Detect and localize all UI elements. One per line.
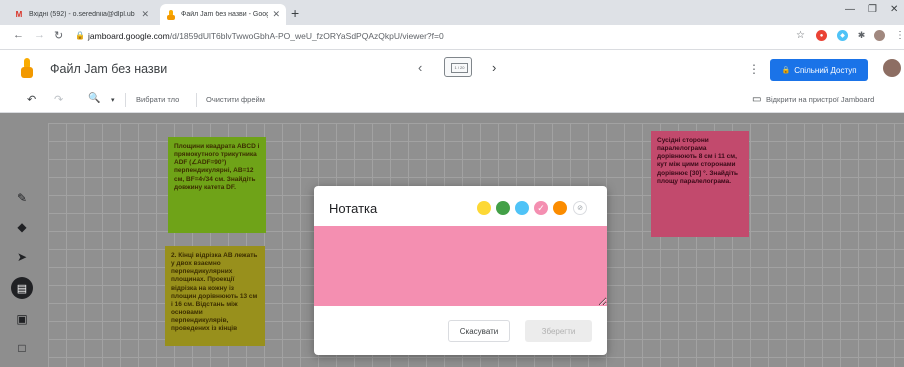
profile-avatar-icon[interactable] xyxy=(874,30,885,41)
jamboard-logo-icon xyxy=(21,58,33,78)
user-avatar[interactable] xyxy=(883,59,901,77)
lock-icon: 🔒 xyxy=(75,31,85,40)
sticky-note[interactable]: Площини квадрата ABCD і прямокутного три… xyxy=(168,137,266,233)
jamboard-icon xyxy=(166,9,176,20)
sticky-note-icon[interactable]: ▤ xyxy=(11,277,33,299)
tab-title: Вхідні (592) - o.seredniia@dlpl.ub xyxy=(29,11,135,18)
set-background-button[interactable]: Вибрати тло xyxy=(136,95,179,104)
shape-icon[interactable]: □ xyxy=(13,339,31,357)
extensions-puzzle-icon[interactable]: ✱ xyxy=(856,30,867,41)
cancel-button[interactable]: Скасувати xyxy=(448,320,510,342)
bookmark-star-icon[interactable]: ☆ xyxy=(796,30,805,41)
app-header: Файл Jam без назви ‹ 1 / 20 › ⋮ 🔒 Спільни… xyxy=(0,50,904,88)
no-color-icon[interactable]: ⊘ xyxy=(573,201,587,215)
zoom-icon[interactable]: 🔍 xyxy=(88,93,100,104)
tab-gmail[interactable]: M Вхідні (592) - o.seredniia@dlpl.ub ✕ xyxy=(8,4,155,25)
reload-icon[interactable]: ↻ xyxy=(54,29,63,42)
address-bar[interactable]: jamboard.google.com/d/1859dUlT6blvTwwoGb… xyxy=(88,31,444,41)
back-icon[interactable]: ← xyxy=(13,29,24,41)
zoom-dropdown-icon[interactable]: ▾ xyxy=(111,96,115,104)
share-button[interactable]: 🔒 Спільний Доступ xyxy=(770,59,868,81)
color-swatch-pink[interactable]: ✓ xyxy=(534,201,548,215)
redo-icon[interactable]: ↷ xyxy=(54,93,63,106)
image-icon[interactable]: ▣ xyxy=(13,310,31,328)
gmail-icon: M xyxy=(15,10,23,19)
toolbar-divider xyxy=(196,93,197,107)
note-text-input[interactable] xyxy=(314,226,607,306)
clear-frame-button[interactable]: Очистити фрейм xyxy=(206,95,265,104)
dialog-title: Нотатка xyxy=(329,201,378,216)
lock-icon: 🔒 xyxy=(781,67,791,74)
browser-nav-bar: ← → ↻ 🔒 jamboard.google.com/d/1859dUlT6b… xyxy=(0,25,904,50)
check-icon: ✓ xyxy=(537,202,545,213)
new-tab-button[interactable]: + xyxy=(291,5,299,21)
next-frame-icon[interactable]: › xyxy=(492,60,496,75)
url-host: jamboard.google.com xyxy=(88,31,170,41)
eraser-icon[interactable]: ◆ xyxy=(13,218,31,236)
toolbar-divider xyxy=(125,93,126,107)
frame-selector[interactable]: 1 / 20 xyxy=(444,57,472,77)
close-tab-icon[interactable]: ✕ xyxy=(141,9,149,20)
sticky-note[interactable]: Сусідні сторони паралелограма дорівнюють… xyxy=(651,131,749,237)
color-swatch-green[interactable] xyxy=(496,201,510,215)
pen-icon[interactable]: ✎ xyxy=(13,189,31,207)
frame-indicator: 1 / 20 xyxy=(451,63,468,73)
browser-tab-strip: M Вхідні (592) - o.seredniia@dlpl.ub ✕ Ф… xyxy=(0,0,904,25)
select-arrow-icon[interactable]: ➤ xyxy=(13,248,31,266)
tab-jamboard[interactable]: Файл Jam без назви - Google Ja ✕ xyxy=(160,4,286,25)
forward-icon[interactable]: → xyxy=(34,29,45,41)
more-options-icon[interactable]: ⋮ xyxy=(748,62,760,76)
note-dialog: Нотатка ✓ ⊘ Скасувати Зберегти xyxy=(314,186,607,355)
save-button[interactable]: Зберегти xyxy=(525,320,592,342)
undo-icon[interactable]: ↶ xyxy=(27,93,36,106)
document-title[interactable]: Файл Jam без назви xyxy=(50,62,167,76)
color-swatch-blue[interactable] xyxy=(515,201,529,215)
browser-menu-icon[interactable]: ⋮ xyxy=(895,30,904,41)
previous-frame-icon[interactable]: ‹ xyxy=(418,60,422,75)
cast-device-icon: ▭ xyxy=(752,94,762,105)
minimize-icon[interactable]: — xyxy=(845,4,855,15)
side-toolbar: ✎ ◆ ➤ ▤ ▣ □ xyxy=(0,113,40,367)
close-window-icon[interactable]: ✕ xyxy=(890,4,898,15)
editor-toolbar: ↶ ↷ 🔍 ▾ Вибрати тло Очистити фрейм ▭ Від… xyxy=(0,88,904,113)
open-on-device-button[interactable]: Відкрити на пристрої Jamboard xyxy=(766,95,874,104)
share-label: Спільний Доступ xyxy=(794,65,857,75)
extension-blue-icon[interactable]: ◆ xyxy=(837,30,848,41)
sticky-note[interactable]: 2. Кінці відрізка AB лежать у двох взаєм… xyxy=(165,246,265,346)
url-path: /d/1859dUlT6blvTwwoGbhA-PO_weU_fzORYaSdP… xyxy=(169,31,444,41)
maximize-icon[interactable]: ❐ xyxy=(868,4,877,15)
tab-title: Файл Jam без назви - Google Ja xyxy=(181,11,269,18)
color-swatch-orange[interactable] xyxy=(553,201,567,215)
color-swatch-yellow[interactable] xyxy=(477,201,491,215)
close-tab-icon[interactable]: ✕ xyxy=(272,9,280,20)
extension-adblock-icon[interactable]: ● xyxy=(816,30,827,41)
